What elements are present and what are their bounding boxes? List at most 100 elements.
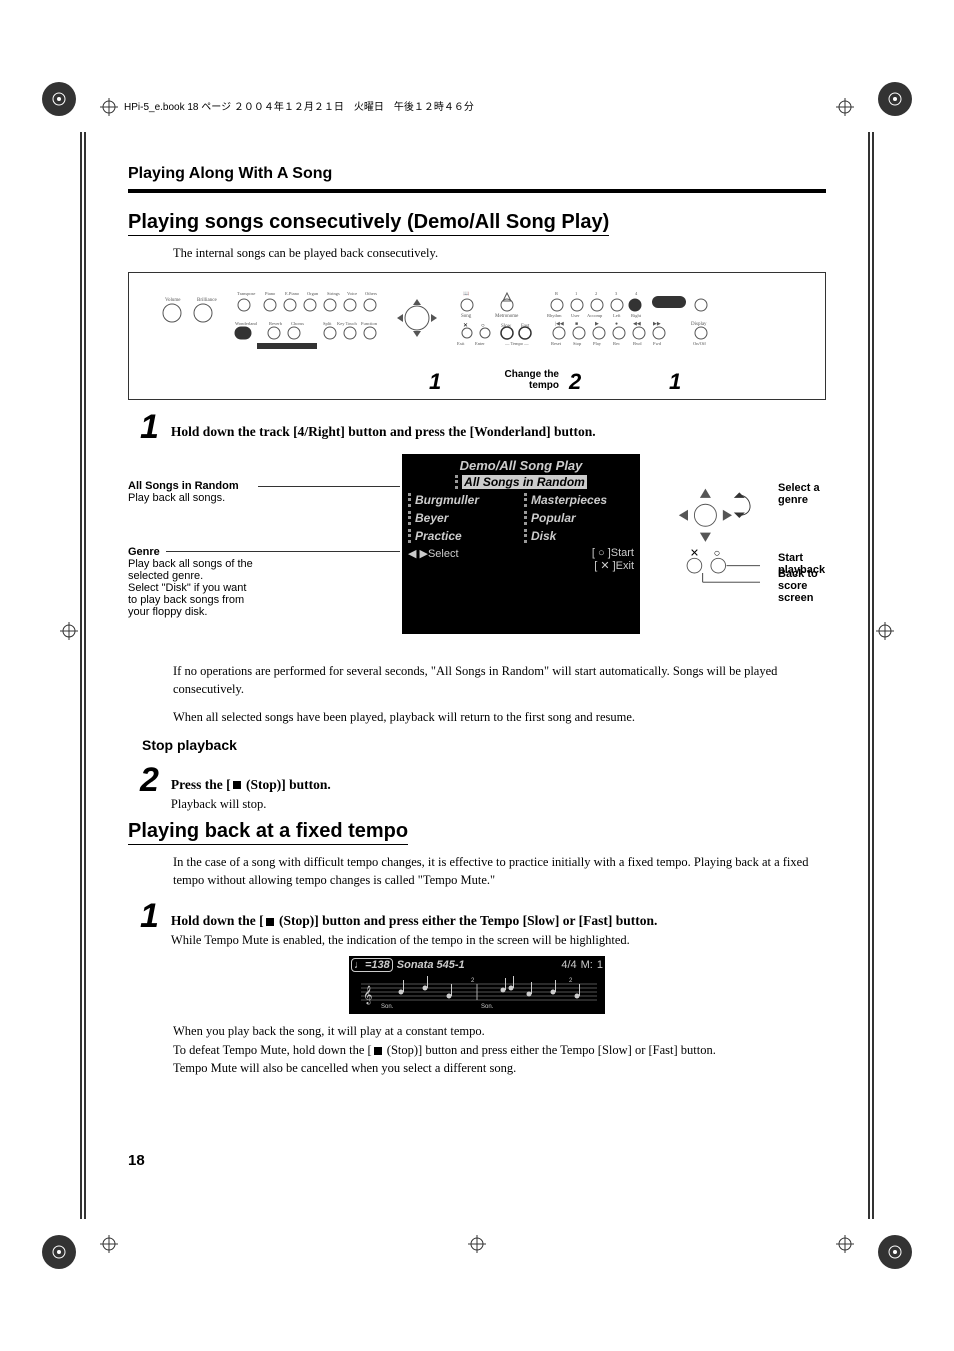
- svg-text:Transpose: Transpose: [237, 291, 255, 296]
- svg-text:Volume: Volume: [165, 298, 181, 303]
- svg-text:✕: ✕: [690, 548, 699, 560]
- step-2: 2 Press the [ (Stop)] button. Playback w…: [140, 763, 826, 812]
- svg-text:2: 2: [471, 978, 475, 984]
- book-header-note: HPi-5_e.book 18 ページ ２００４年１２月２１日 火曜日 午後１２…: [124, 98, 474, 113]
- svg-text:Fast: Fast: [521, 324, 530, 329]
- svg-text:— Tempo —: — Tempo —: [504, 341, 529, 346]
- svg-text:▶▶: ▶▶: [653, 321, 661, 327]
- step-body: While Tempo Mute is enabled, the indicat…: [171, 933, 657, 948]
- post-step-text: When you play back the song, it will pla…: [173, 1022, 826, 1041]
- svg-text:4: 4: [635, 291, 638, 296]
- print-corner-icon: [878, 1235, 912, 1269]
- intro-text: The internal songs can be played back co…: [173, 244, 826, 262]
- svg-text:Slow: Slow: [501, 324, 512, 329]
- svg-text:2: 2: [595, 291, 597, 296]
- panel-label-change-tempo: Change the tempo: [499, 369, 559, 391]
- svg-text:✕: ✕: [463, 323, 468, 329]
- registration-mark-icon: [100, 98, 118, 116]
- lcd-bottom-start: [ ○ ]Start: [592, 547, 634, 559]
- lcd-item: Disk: [524, 529, 634, 543]
- lcd-bottom-select: ◀ ▶Select: [408, 547, 459, 572]
- svg-text:○: ○: [481, 323, 485, 329]
- ann-genre-title: Genre: [128, 546, 258, 558]
- lcd-all-random: All Songs in Random: [462, 475, 587, 489]
- page-number: 18: [128, 1152, 145, 1169]
- svg-text:📖: 📖: [463, 291, 469, 297]
- registration-mark-icon: [876, 622, 894, 640]
- registration-mark-icon: [836, 1235, 854, 1253]
- print-corner-icon: [42, 1235, 76, 1269]
- step-text: Hold down the track [4/Right] button and…: [171, 424, 596, 440]
- svg-text:Left: Left: [613, 313, 621, 318]
- svg-text:◀◀: ◀◀: [633, 321, 641, 327]
- chapter-title: Playing Along With A Song: [128, 165, 826, 183]
- print-guide-line: [872, 132, 874, 1219]
- svg-text:Song: Song: [461, 314, 472, 319]
- lcd-bottom-exit: [ ✕ ]Exit: [592, 559, 634, 572]
- stop-icon: [374, 1047, 382, 1055]
- svg-text:Wonderland: Wonderland: [235, 321, 258, 326]
- registration-mark-icon: [60, 622, 78, 640]
- callout-line: [166, 551, 400, 552]
- step-3: 1 Hold down the [ (Stop)] button and pre…: [140, 899, 826, 948]
- svg-text:Rhythm: Rhythm: [547, 313, 562, 318]
- chapter-rule: [128, 189, 826, 193]
- panel-callout-1-left: 1: [429, 369, 441, 395]
- ann-back-score: Back to score screen: [778, 568, 826, 604]
- svg-text:Key Touch: Key Touch: [337, 321, 357, 326]
- mini-score-icon: 𝄞 Son. Son. 2 2: [351, 974, 603, 1012]
- lcd-screen: Demo/All Song Play All Songs in Random B…: [402, 454, 640, 634]
- panel-illustration: Volume Brilliance TransposePianoE.PianoO…: [141, 283, 813, 353]
- svg-text:Reset: Reset: [551, 341, 562, 346]
- callout-line: [258, 486, 400, 487]
- page-content: Playing Along With A Song Playing songs …: [128, 165, 826, 1078]
- ann-genre-body2: Select "Disk" if you want to play back s…: [128, 582, 258, 618]
- svg-text:|◀◀: |◀◀: [555, 321, 564, 327]
- svg-text:Reverb: Reverb: [269, 321, 283, 326]
- svg-text:Display: Display: [691, 322, 707, 327]
- ann-all-title: All Songs in Random: [128, 480, 258, 492]
- svg-text:On/Off: On/Off: [693, 341, 706, 346]
- lcd-item: Masterpieces: [524, 493, 634, 507]
- svg-text:■: ■: [575, 322, 578, 327]
- svg-text:Accomp: Accomp: [587, 313, 603, 318]
- svg-text:Exit: Exit: [457, 341, 465, 346]
- svg-text:Others: Others: [365, 291, 377, 296]
- svg-text:Play: Play: [593, 341, 602, 346]
- svg-text:2: 2: [569, 978, 573, 984]
- post-step-text: If no operations are performed for sever…: [173, 662, 826, 698]
- svg-text:Organ: Organ: [307, 291, 319, 296]
- svg-text:Bwd: Bwd: [633, 341, 642, 346]
- step-number: 2: [140, 763, 159, 797]
- panel-callout-2: 2: [569, 369, 581, 395]
- lcd-diagram: All Songs in Random Play back all songs.…: [128, 454, 826, 654]
- mini-tempo: ♩=138: [351, 958, 393, 972]
- svg-text:Strings: Strings: [327, 291, 340, 296]
- print-guide-line: [84, 132, 86, 1219]
- mini-m: M:: [581, 959, 593, 971]
- section-heading: Playing songs consecutively (Demo/All So…: [128, 211, 609, 236]
- ann-genre-body1: Play back all songs of the selected genr…: [128, 558, 258, 582]
- svg-text:𝄞: 𝄞: [363, 986, 372, 1005]
- svg-text:Brilliance: Brilliance: [197, 298, 217, 303]
- svg-text:Metronome: Metronome: [495, 314, 519, 319]
- intro-text: In the case of a song with difficult tem…: [173, 853, 826, 889]
- svg-text:Son.: Son.: [381, 1004, 394, 1010]
- print-corner-icon: [878, 82, 912, 116]
- post-step-text: To defeat Tempo Mute, hold down the [ (S…: [173, 1041, 826, 1060]
- stop-icon: [233, 781, 241, 789]
- svg-text:1: 1: [575, 291, 577, 296]
- svg-text:R: R: [555, 291, 558, 296]
- svg-text:Piano: Piano: [265, 291, 276, 296]
- print-guide-line: [80, 132, 82, 1219]
- section-heading: Playing back at a fixed tempo: [128, 820, 408, 845]
- registration-mark-icon: [468, 1235, 486, 1253]
- svg-text:User: User: [571, 313, 580, 318]
- mini-lcd: ♩=138 Sonata 545-1 4/4 M: 1 𝄞 Son. Son.: [349, 956, 605, 1014]
- svg-text:Son.: Son.: [481, 1004, 494, 1010]
- lcd-item: Practice: [408, 529, 518, 543]
- lcd-item: Burgmuller: [408, 493, 518, 507]
- print-corner-icon: [42, 82, 76, 116]
- navigator-icon: ✕ ○: [660, 474, 760, 584]
- lcd-title: Demo/All Song Play: [408, 458, 634, 473]
